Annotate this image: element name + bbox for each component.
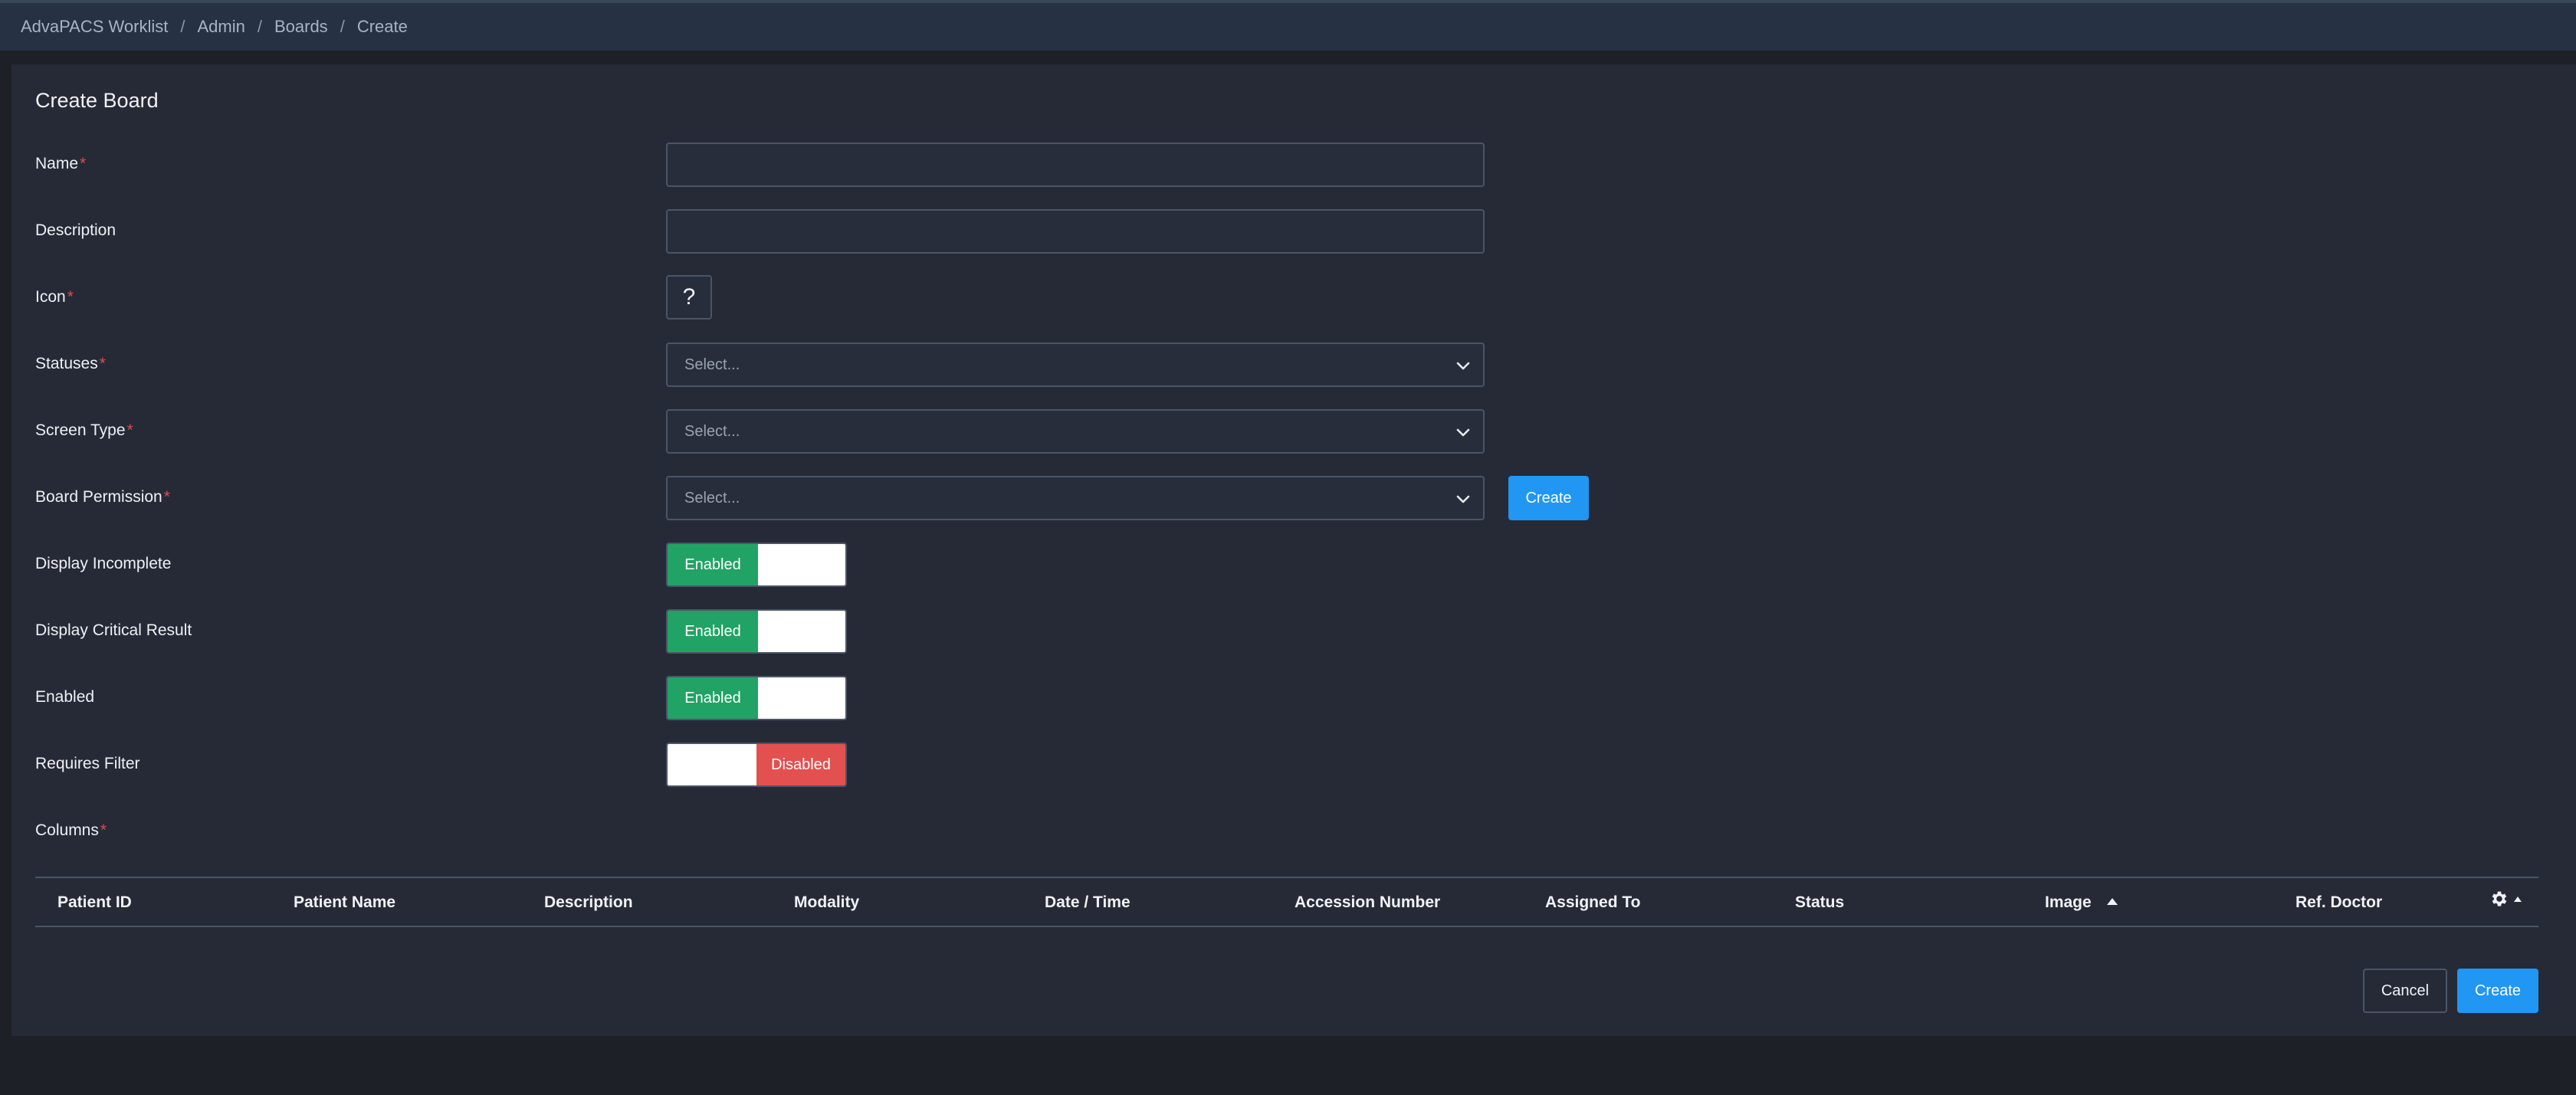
columns-label: Columns* [35, 821, 107, 839]
toggle-knob [758, 544, 845, 585]
breadcrumb-boards[interactable]: Boards [274, 17, 328, 37]
requires-filter-toggle[interactable]: Disabled [666, 743, 847, 787]
question-mark-icon: ? [682, 284, 696, 310]
breadcrumb-separator: / [180, 17, 185, 36]
name-input[interactable] [666, 143, 1485, 187]
toggle-state: Disabled [756, 744, 845, 785]
enabled-toggle[interactable]: Enabled [666, 676, 847, 720]
screen-type-placeholder: Select... [684, 422, 740, 440]
required-mark: * [80, 155, 87, 172]
required-mark: * [67, 288, 74, 306]
toggle-knob [668, 744, 756, 785]
breadcrumb-separator: / [340, 17, 345, 36]
gear-icon [2492, 891, 2507, 906]
enabled-label: Enabled [35, 688, 95, 706]
breadcrumb-create: Create [356, 17, 408, 36]
toggle-knob [758, 677, 845, 719]
column-header-description[interactable]: Description [544, 893, 633, 912]
chevron-down-icon [1456, 495, 1470, 503]
breadcrumb-separator: / [257, 17, 262, 36]
required-mark: * [100, 821, 107, 839]
breadcrumb-admin[interactable]: Admin [197, 17, 244, 37]
column-header-status[interactable]: Status [1795, 893, 1844, 912]
board-permission-select[interactable]: Select... [666, 476, 1485, 520]
sort-ascending-icon [2106, 898, 2118, 905]
chevron-down-icon [1456, 362, 1470, 370]
display-critical-result-label: Display Critical Result [35, 621, 192, 639]
toggle-state: Enabled [668, 544, 758, 585]
description-input[interactable] [666, 209, 1485, 254]
create-board-button[interactable]: Create [2457, 969, 2538, 1013]
name-label: Name* [35, 155, 87, 172]
column-header-accession-number[interactable]: Accession Number [1295, 893, 1440, 912]
toggle-state: Enabled [668, 611, 758, 652]
column-settings-button[interactable] [2489, 889, 2522, 909]
create-board-panel: Create Board Name* Description Icon* ? S… [11, 64, 2576, 1036]
page-title: Create Board [35, 89, 159, 112]
board-permission-label: Board Permission* [35, 488, 170, 506]
column-header-image[interactable]: Image [2045, 893, 2118, 912]
required-mark: * [99, 355, 106, 372]
column-header-patient-name[interactable]: Patient Name [294, 893, 395, 912]
required-mark: * [126, 421, 133, 439]
column-header-ref-doctor[interactable]: Ref. Doctor [2295, 893, 2382, 912]
caret-up-icon [2514, 896, 2522, 902]
screen-type-label: Screen Type* [35, 421, 133, 439]
icon-label: Icon* [35, 288, 74, 306]
breadcrumb-worklist[interactable]: AdvaPACS Worklist [21, 17, 168, 37]
breadcrumb: AdvaPACS Worklist / Admin / Boards / Cre… [21, 17, 408, 37]
display-critical-result-toggle[interactable]: Enabled [666, 609, 847, 654]
top-bar: AdvaPACS Worklist / Admin / Boards / Cre… [0, 0, 2576, 51]
statuses-label: Statuses* [35, 355, 106, 372]
toggle-knob [758, 611, 845, 652]
display-incomplete-label: Display Incomplete [35, 555, 172, 572]
cancel-button[interactable]: Cancel [2363, 969, 2447, 1013]
columns-table-header: Patient ID Patient Name Description Moda… [35, 877, 2538, 927]
column-header-modality[interactable]: Modality [794, 893, 859, 912]
column-header-patient-id[interactable]: Patient ID [57, 893, 132, 912]
column-header-assigned-to[interactable]: Assigned To [1545, 893, 1640, 912]
statuses-placeholder: Select... [684, 356, 740, 373]
description-label: Description [35, 221, 116, 239]
create-permission-button[interactable]: Create [1508, 476, 1589, 520]
requires-filter-label: Requires Filter [35, 755, 140, 772]
chevron-down-icon [1456, 428, 1470, 437]
icon-picker-button[interactable]: ? [666, 275, 712, 320]
column-header-date-time[interactable]: Date / Time [1045, 893, 1130, 912]
toggle-state: Enabled [668, 677, 758, 719]
required-mark: * [163, 488, 170, 506]
display-incomplete-toggle[interactable]: Enabled [666, 543, 847, 587]
screen-type-select[interactable]: Select... [666, 409, 1485, 454]
statuses-select[interactable]: Select... [666, 343, 1485, 387]
board-permission-placeholder: Select... [684, 489, 740, 507]
